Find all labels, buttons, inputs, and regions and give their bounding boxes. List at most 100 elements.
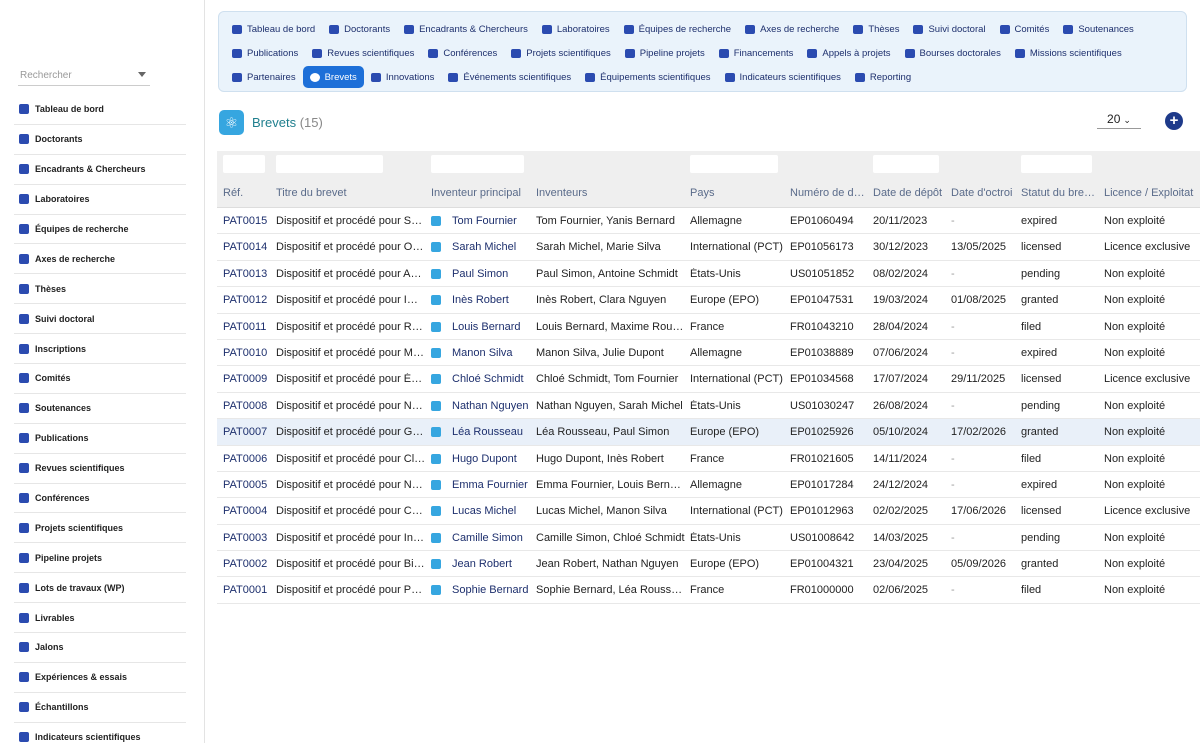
sidebar-item[interactable]: Lots de travaux (WP) [14,573,186,604]
top-menu-tab[interactable]: Comités [993,18,1057,40]
table-row[interactable]: PAT0001 Dispositif et procédé pour P… Soph… [217,577,1200,604]
inventor-link[interactable]: Manon Silva [452,347,531,359]
sidebar-item[interactable]: Soutenances [14,394,186,424]
sidebar-item[interactable]: Encadrants & Chercheurs [14,155,186,185]
top-menu-tab[interactable]: Tableau de bord [225,18,322,40]
top-menu-tab[interactable]: Appels à projets [800,42,897,64]
top-menu-tab[interactable]: Équipes de recherche [617,18,738,40]
sidebar-item[interactable]: Livrables [14,603,186,634]
top-menu-tab[interactable]: Suivi doctoral [906,18,992,40]
table-row[interactable]: PAT0010 Dispositif et procédé pour M… Mano… [217,340,1200,367]
table-row[interactable]: PAT0014 Dispositif et procédé pour O… Sara… [217,234,1200,261]
top-menu-tab[interactable]: Indicateurs scientifiques [718,66,848,88]
top-menu-tab[interactable]: Projets scientifiques [504,42,617,64]
table-row[interactable]: PAT0008 Dispositif et procédé pour N… Nath… [217,393,1200,420]
sidebar-item[interactable]: Tableau de bord [14,95,186,125]
inventor-link[interactable]: Jean Robert [452,558,531,570]
inventor-link[interactable]: Hugo Dupont [452,453,531,465]
patent-ref-link[interactable]: PAT0009 [223,373,273,385]
sidebar-item[interactable]: Conférences [14,484,186,514]
page-size-select[interactable]: 20 ⌄ [1097,111,1141,129]
top-menu-tab[interactable]: Innovations [364,66,442,88]
table-row[interactable]: PAT0013 Dispositif et procédé pour A… Paul… [217,261,1200,288]
column-header[interactable]: Statut du bre… [1021,187,1101,199]
patent-ref-link[interactable]: PAT0004 [223,505,273,517]
top-menu-tab[interactable]: Financements [712,42,801,64]
top-menu-tab[interactable]: Équipements scientifiques [578,66,717,88]
column-filter-input[interactable] [276,155,383,173]
column-filter-input[interactable] [223,155,265,173]
column-filter-input[interactable] [431,155,524,173]
sidebar-item[interactable]: Doctorants [14,125,186,155]
top-menu-tab[interactable]: Bourses doctorales [898,42,1008,64]
column-header[interactable]: Titre du brevet [276,187,426,199]
top-menu-tab[interactable]: Événements scientifiques [441,66,578,88]
patent-ref-link[interactable]: PAT0015 [223,215,273,227]
table-row[interactable]: PAT0003 Dispositif et procédé pour In… Cam… [217,525,1200,552]
inventor-link[interactable]: Nathan Nguyen [452,400,531,412]
inventor-link[interactable]: Léa Rousseau [452,426,531,438]
column-header[interactable]: Inventeurs [536,187,686,199]
table-row[interactable]: PAT0009 Dispositif et procédé pour É… Chlo… [217,366,1200,393]
table-row[interactable]: PAT0006 Dispositif et procédé pour Cl… Hug… [217,446,1200,472]
sidebar-item[interactable]: Équipes de recherche [14,215,186,245]
sidebar-item[interactable]: Expériences & essais [14,663,186,693]
add-button[interactable]: + [1165,112,1183,130]
sidebar-item[interactable]: Projets scientifiques [14,513,186,544]
patent-ref-link[interactable]: PAT0008 [223,400,273,412]
inventor-link[interactable]: Emma Fournier [452,479,531,491]
sidebar-item[interactable]: Indicateurs scientifiques [14,723,186,743]
column-header[interactable]: Date d'octroi [951,187,1019,199]
patent-ref-link[interactable]: PAT0011 [223,321,273,333]
inventor-link[interactable]: Tom Fournier [452,215,531,227]
top-menu-tab[interactable]: Brevets [302,66,364,88]
patent-ref-link[interactable]: PAT0014 [223,241,273,253]
sidebar-search-select[interactable]: Rechercher [18,66,150,86]
sidebar-item[interactable]: Suivi doctoral [14,304,186,335]
column-filter-input[interactable] [873,155,939,173]
top-menu-tab[interactable]: Partenaires [225,66,303,88]
sidebar-item[interactable]: Pipeline projets [14,543,186,574]
table-row[interactable]: PAT0011 Dispositif et procédé pour R… Loui… [217,314,1200,340]
inventor-link[interactable]: Camille Simon [452,532,531,544]
table-row[interactable]: PAT0004 Dispositif et procédé pour C… Luca… [217,498,1200,525]
column-header[interactable]: Pays [690,187,788,199]
top-menu-tab[interactable]: Laboratoires [535,18,617,40]
top-menu-tab[interactable]: Pipeline projets [618,42,712,64]
table-row[interactable]: PAT0015 Dispositif et procédé pour S… Tom … [217,208,1200,235]
sidebar-item[interactable]: Échantillons [14,693,186,723]
patent-ref-link[interactable]: PAT0002 [223,558,273,570]
inventor-link[interactable]: Louis Bernard [452,321,531,333]
top-menu-tab[interactable]: Conférences [421,42,504,64]
sidebar-item[interactable]: Comités [14,364,186,394]
top-menu-tab[interactable]: Publications [225,42,305,64]
top-menu-tab[interactable]: Revues scientifiques [305,42,421,64]
inventor-link[interactable]: Sarah Michel [452,241,531,253]
top-menu-tab[interactable]: Encadrants & Chercheurs [397,18,535,40]
sidebar-item[interactable]: Laboratoires [14,185,186,215]
column-header[interactable]: Licence / Exploitat [1104,187,1200,199]
table-row[interactable]: PAT0005 Dispositif et procédé pour N… Emma… [217,472,1200,499]
sidebar-item[interactable]: Thèses [14,274,186,305]
top-menu-tab[interactable]: Missions scientifiques [1008,42,1129,64]
top-menu-tab[interactable]: Reporting [848,66,918,88]
patent-ref-link[interactable]: PAT0010 [223,347,273,359]
sidebar-item[interactable]: Jalons [14,633,186,663]
column-header[interactable]: Date de dépôt [873,187,949,199]
top-menu-tab[interactable]: Doctorants [322,18,397,40]
patent-ref-link[interactable]: PAT0006 [223,453,273,465]
table-row[interactable]: PAT0007 Dispositif et procédé pour G… Léa … [217,419,1200,446]
sidebar-item[interactable]: Inscriptions [14,334,186,365]
table-row[interactable]: PAT0012 Dispositif et procédé pour I… Inès… [217,287,1200,314]
column-header[interactable]: Numéro de d… [790,187,870,199]
column-filter-input[interactable] [690,155,778,173]
sidebar-item[interactable]: Axes de recherche [14,244,186,275]
patent-ref-link[interactable]: PAT0005 [223,479,273,491]
patent-ref-link[interactable]: PAT0012 [223,294,273,306]
inventor-link[interactable]: Sophie Bernard [452,584,531,596]
table-row[interactable]: PAT0002 Dispositif et procédé pour Bi… Jea… [217,551,1200,578]
patent-ref-link[interactable]: PAT0001 [223,584,273,596]
top-menu-tab[interactable]: Soutenances [1056,18,1140,40]
inventor-link[interactable]: Inès Robert [452,294,531,306]
sidebar-item[interactable]: Publications [14,424,186,454]
